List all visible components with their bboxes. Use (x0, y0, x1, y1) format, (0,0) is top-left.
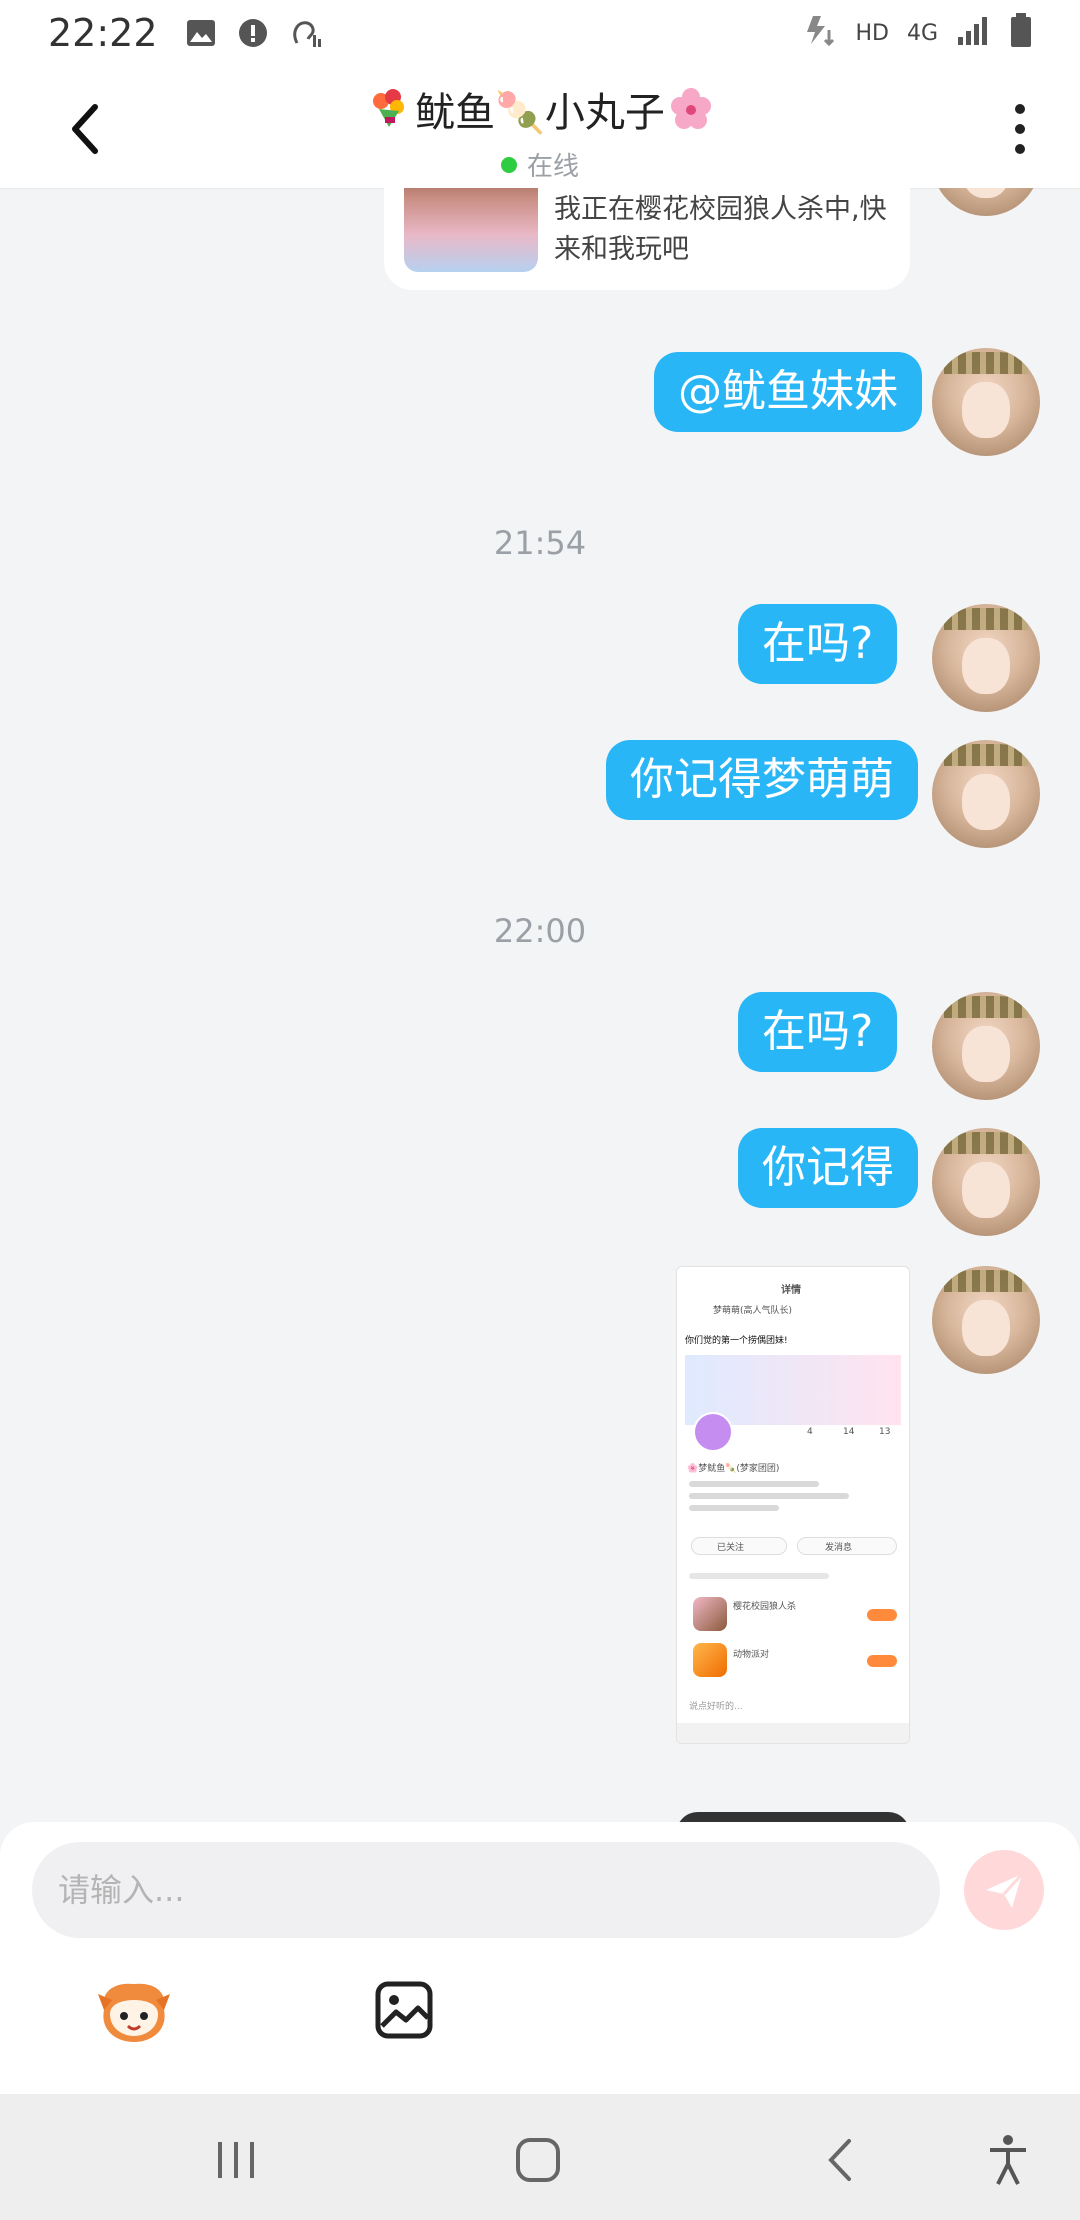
sakura-emoji-icon (670, 88, 711, 129)
thumb-button (867, 1655, 897, 1667)
thumb-avatar (693, 1412, 733, 1452)
alert-icon (236, 16, 270, 50)
chat-header: 鱿鱼🍡小丸子 在线 (0, 66, 1080, 188)
composer (0, 1822, 1080, 2094)
gallery-icon (184, 16, 218, 50)
online-dot-icon (500, 156, 517, 173)
more-icon-dot (1015, 144, 1025, 154)
more-icon-dot (1015, 124, 1025, 134)
emoji-mascot-icon (98, 1983, 170, 2042)
message-bubble[interactable]: 你记得 (738, 1128, 918, 1208)
home-icon (516, 2138, 560, 2182)
message-list[interactable]: 我正在樱花校园狼人杀中,快来和我玩吧 @鱿鱼妹妹 21:54 在吗? 你记得梦萌… (0, 188, 1080, 1822)
thumb-line (689, 1493, 849, 1499)
timestamp: 21:54 (493, 524, 587, 562)
recents-icon (218, 2142, 254, 2178)
game-thumbnail (404, 188, 538, 272)
chat-title-row: 鱿鱼🍡小丸子 (367, 80, 713, 138)
accessibility-button[interactable] (976, 2132, 1040, 2188)
thumb-input: 说点好听的... (689, 1702, 743, 1712)
more-icon (1015, 104, 1025, 114)
recents-button[interactable] (204, 2132, 268, 2188)
thumb-button (867, 1609, 897, 1621)
thumb-stat: 4 (807, 1427, 813, 1437)
data-saver-icon (803, 14, 837, 52)
thumb-app (693, 1643, 727, 1677)
thumb-title: 详情 (781, 1285, 801, 1296)
accessibility-icon (990, 2135, 1026, 2185)
thumb-stat: 14 (843, 1427, 855, 1437)
message-bubble[interactable]: 你记得梦萌萌 (606, 740, 918, 820)
more-button[interactable] (1000, 94, 1040, 164)
image-icon (375, 1981, 433, 2039)
thumb-navbar (677, 1723, 909, 1743)
avatar[interactable] (932, 1266, 1040, 1374)
nav-back-button[interactable] (808, 2132, 872, 2188)
timestamp: 22:00 (493, 912, 587, 950)
bouquet-emoji-icon (373, 89, 405, 127)
thumb-line (689, 1505, 779, 1511)
send-button[interactable] (964, 1850, 1044, 1930)
thumb-name: 🌸梦鱿鱼🍡(梦家团团) (687, 1464, 780, 1474)
chat-title: 鱿鱼🍡小丸子 (415, 90, 665, 136)
online-status: 在线 (0, 146, 1080, 183)
status-bar: 22:22 HD 4G (0, 0, 1080, 66)
avatar[interactable] (932, 992, 1040, 1100)
title-block: 鱿鱼🍡小丸子 在线 (0, 80, 1080, 183)
send-icon (986, 1872, 1024, 1908)
signal-icon (956, 15, 992, 51)
thumb-user: 梦萌萌(高人气队长) (713, 1306, 793, 1316)
signal-label: 4G (906, 20, 938, 46)
message-bubble-partial[interactable] (676, 1812, 910, 1822)
avatar[interactable] (932, 604, 1040, 712)
hd-label: HD (855, 20, 889, 46)
avatar[interactable] (932, 740, 1040, 848)
image-button[interactable] (374, 1980, 434, 2040)
home-button[interactable] (506, 2132, 570, 2188)
thumb-game: 动物派对 (733, 1650, 770, 1660)
thumb-caption: 你们觉的第一个捞偶团妹! (685, 1336, 788, 1346)
game-invite-card[interactable]: 我正在樱花校园狼人杀中,快来和我玩吧 (384, 188, 910, 290)
thumb-game: 樱花校园狼人杀 (733, 1602, 797, 1612)
image-message[interactable]: 详情 梦萌萌(高人气队长) 你们觉的第一个捞偶团妹! 4 14 13 🌸梦鱿鱼🍡… (676, 1266, 910, 1744)
avatar[interactable] (932, 188, 1040, 216)
message-bubble[interactable]: 在吗? (738, 604, 898, 684)
message-bubble[interactable]: @鱿鱼妹妹 (654, 352, 922, 432)
thumb-chat-text: 发消息 (825, 1543, 853, 1553)
thumb-follow-text: 已关注 (717, 1543, 745, 1553)
thumb-stat: 13 (879, 1427, 891, 1437)
hearing-icon (288, 16, 322, 50)
avatar[interactable] (932, 1128, 1040, 1236)
thumb-app (693, 1597, 727, 1631)
emoji-button[interactable] (96, 1980, 172, 2044)
system-nav-bar (0, 2094, 1080, 2220)
nav-back-icon (828, 2139, 851, 2181)
screenshot-thumbnail: 详情 梦萌萌(高人气队长) 你们觉的第一个捞偶团妹! 4 14 13 🌸梦鱿鱼🍡… (677, 1267, 909, 1743)
thumb-tabs (689, 1573, 829, 1579)
message-bubble[interactable]: 在吗? (738, 992, 898, 1072)
online-text: 在线 (526, 152, 579, 182)
card-text: 我正在樱花校园狼人杀中,快来和我玩吧 (554, 194, 887, 265)
thumb-line (689, 1481, 819, 1487)
status-time: 22:22 (48, 11, 158, 55)
avatar[interactable] (932, 348, 1040, 456)
message-input[interactable] (32, 1842, 940, 1938)
battery-icon (1010, 13, 1032, 53)
